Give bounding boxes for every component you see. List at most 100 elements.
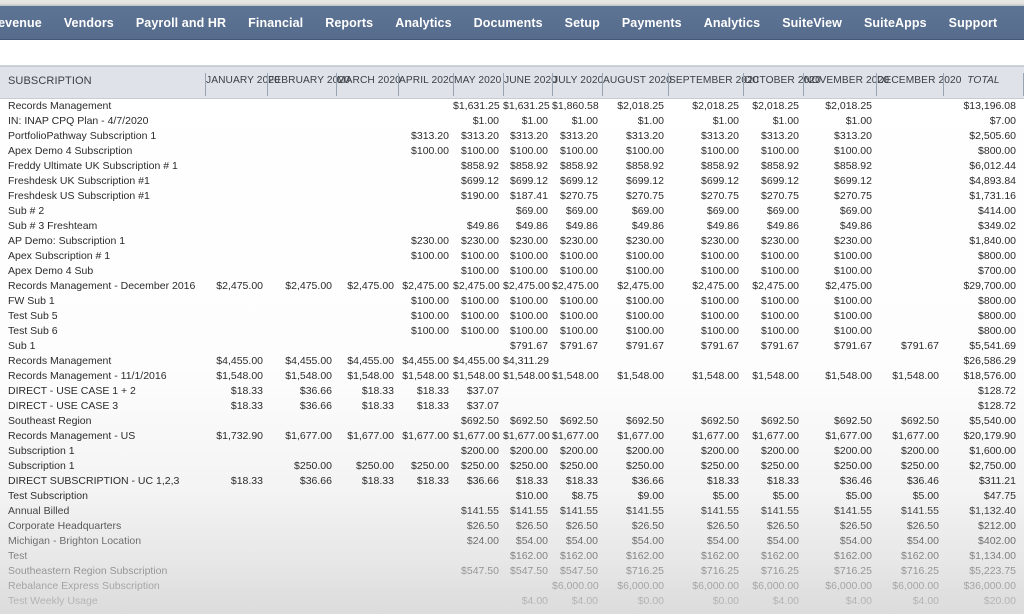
table-row[interactable]: Subscription 1 $250.00 $250.00 $250.00 $250.…	[0, 459, 1024, 474]
table-row[interactable]: Apex Subscription # 1 $100.00 $100.00 $100.…	[0, 249, 1024, 264]
column-header-may-2020[interactable]: MAY 2020	[453, 66, 503, 99]
row-label[interactable]: DIRECT - USE CASE 1 + 2	[0, 384, 205, 399]
nav-item-revenue[interactable]: Revenue	[0, 6, 53, 39]
row-label[interactable]: Apex Demo 4 Subscription	[0, 144, 205, 159]
table-row[interactable]: PortfolioPathway Subscription 1 $313.20 $3…	[0, 129, 1024, 144]
row-label[interactable]: Southeastern Region Subscription	[0, 564, 205, 579]
table-row[interactable]: Sub # 3 Freshteam $49.86 $49.86 $49.86 $49.8…	[0, 219, 1024, 234]
column-header-january-2020[interactable]: JANUARY 2020	[205, 66, 280, 99]
row-label[interactable]: Test Sub 5	[0, 309, 205, 324]
nav-item-setup[interactable]: Setup	[554, 6, 611, 39]
column-header-june-2020[interactable]: JUNE 2020	[503, 66, 557, 99]
row-label[interactable]: Sub # 3 Freshteam	[0, 219, 205, 234]
column-header-total[interactable]: TOTAL	[943, 66, 1024, 99]
report-scroll-area[interactable]: SUBSCRIPTION JANUARY 2020 FEBRUARY 2020 MAR…	[0, 66, 1024, 614]
table-row[interactable]: Records Management - 11/1/2016 $1,548.00 $…	[0, 369, 1024, 384]
nav-item-analytics[interactable]: Analytics	[693, 6, 771, 39]
row-label[interactable]: Records Management	[0, 99, 205, 115]
table-row[interactable]: Test $162.00 $162.00 $162.00 $162.00 $162.00 $…	[0, 549, 1024, 564]
table-row[interactable]: Records Management - December 2016 $2,475…	[0, 279, 1024, 294]
table-row[interactable]: Test Weekly Usage $4.00 $4.00 $0.00 $0.00 $4.…	[0, 594, 1024, 609]
table-row[interactable]: Subscription 1 $200.00 $200.00 $200.00 $200.…	[0, 444, 1024, 459]
table-row[interactable]: DIRECT SUBSCRIPTION - UC 1,2,3 $18.33 $36.…	[0, 474, 1024, 489]
table-row[interactable]: Test Subscription $10.00 $8.75 $9.00 $5.00 $5…	[0, 489, 1024, 504]
table-row[interactable]: DIRECT - USE CASE 1 + 2 $18.33 $36.66 $18.3…	[0, 384, 1024, 399]
row-label[interactable]: PortfolioPathway Subscription 1	[0, 129, 205, 144]
row-amount-cell	[205, 174, 267, 189]
table-row[interactable]: Sub # 2 $69.00 $69.00 $69.00 $69.00 $69.00 $69…	[0, 204, 1024, 219]
row-label[interactable]: Sub 1	[0, 339, 205, 354]
row-label[interactable]: Freshdesk UK Subscription #1	[0, 174, 205, 189]
row-label[interactable]: Records Management - December 2016	[0, 279, 205, 294]
row-label[interactable]: Apex Demo 4 Sub	[0, 264, 205, 279]
column-header-july-2020[interactable]: JULY 2020	[552, 66, 603, 99]
table-row[interactable]: AP Demo: Subscription 1 $230.00 $230.00 $23…	[0, 234, 1024, 249]
table-row[interactable]: Freshdesk US Subscription #1 $190.00 $187.…	[0, 189, 1024, 204]
table-row[interactable]: Test Sub 6 $100.00 $100.00 $100.00 $100.00 $1…	[0, 324, 1024, 339]
table-row[interactable]: Southeastern Region Subscription $547.50 $…	[0, 564, 1024, 579]
table-row[interactable]: Southeast Region $692.50 $692.50 $692.50 $69…	[0, 414, 1024, 429]
column-header-february-2020[interactable]: FEBRUARY 2020	[267, 66, 350, 99]
row-label[interactable]: Sub # 2	[0, 204, 205, 219]
nav-item-payroll-and-hr[interactable]: Payroll and HR	[125, 6, 237, 39]
nav-item-vendors[interactable]: Vendors	[53, 6, 125, 39]
row-label[interactable]: Subscription 1	[0, 459, 205, 474]
row-label[interactable]: Test	[0, 549, 205, 564]
row-label[interactable]: FW Sub 1	[0, 294, 205, 309]
table-row[interactable]: Michigan - Brighton Location $24.00 $54.00…	[0, 534, 1024, 549]
nav-item-analytics[interactable]: Analytics	[384, 6, 462, 39]
table-row[interactable]: Corporate Headquarters $26.50 $26.50 $26.50…	[0, 519, 1024, 534]
nav-item-reports[interactable]: Reports	[314, 6, 384, 39]
row-label[interactable]: AP Demo: Subscription 1	[0, 234, 205, 249]
row-amount-cell	[503, 399, 552, 414]
row-label[interactable]: Southeast Region	[0, 414, 205, 429]
row-amount-cell: $250.00	[461, 460, 499, 472]
column-header-march-2020[interactable]: MARCH 2020	[336, 66, 401, 99]
row-label[interactable]: Records Management - 11/1/2016	[0, 369, 205, 384]
table-row[interactable]: Annual Billed $141.55 $141.55 $141.55 $141.5…	[0, 504, 1024, 519]
row-label[interactable]: Freddy Ultimate UK Subscription # 1	[0, 159, 205, 174]
table-row[interactable]: Freddy Ultimate UK Subscription # 1 $858.…	[0, 159, 1024, 174]
table-row[interactable]: Records Management - US $1,732.90 $1,677.0…	[0, 429, 1024, 444]
table-row[interactable]: Rebalance Express Subscription $6,000.00 $…	[0, 579, 1024, 594]
row-label[interactable]: Test Sub 6	[0, 324, 205, 339]
column-header-november-2020[interactable]: NOVEMBER 2020	[803, 66, 889, 99]
row-amount-cell: $699.12	[834, 175, 872, 187]
nav-item-documents[interactable]: Documents	[463, 6, 554, 39]
row-label[interactable]: Annual Billed	[0, 504, 205, 519]
table-row[interactable]: Sub 1 $791.67 $791.67 $791.67 $791.67 $791.67…	[0, 339, 1024, 354]
column-header-december-2020[interactable]: DECEMBER 2020	[876, 66, 961, 99]
row-label[interactable]: Michigan - Brighton Location	[0, 534, 205, 549]
column-header-april-2020[interactable]: APRIL 2020	[398, 66, 454, 99]
row-label[interactable]: Rebalance Express Subscription	[0, 579, 205, 594]
table-row[interactable]: IN: INAP CPQ Plan - 4/7/2020 $1.00 $1.00 $1…	[0, 114, 1024, 129]
row-label[interactable]: Subscription 1	[0, 444, 205, 459]
table-row[interactable]: Apex Demo 4 Sub $100.00 $100.00 $100.00 $100…	[0, 264, 1024, 279]
table-row[interactable]: Records Management $1,631.25 $1,631.25 $1,8…	[0, 99, 1024, 115]
table-row[interactable]: DIRECT - USE CASE 3 $18.33 $36.66 $18.33 $18…	[0, 399, 1024, 414]
table-row[interactable]: Freshdesk UK Subscription #1 $699.12 $699.…	[0, 174, 1024, 189]
column-header-october-2020[interactable]: OCTOBER 2020	[743, 66, 821, 99]
row-label[interactable]: Apex Subscription # 1	[0, 249, 205, 264]
column-header-august-2020[interactable]: AUGUST 2020	[602, 66, 672, 99]
nav-item-support[interactable]: Support	[938, 6, 1009, 39]
row-label[interactable]: Corporate Headquarters	[0, 519, 205, 534]
row-label[interactable]: DIRECT SUBSCRIPTION - UC 1,2,3	[0, 474, 205, 489]
row-label[interactable]: Records Management - US	[0, 429, 205, 444]
row-label[interactable]: Freshdesk US Subscription #1	[0, 189, 205, 204]
column-header-september-2020[interactable]: SEPTEMBER 2020	[668, 66, 759, 99]
table-row[interactable]: Apex Demo 4 Subscription $100.00 $100.00 $1…	[0, 144, 1024, 159]
row-label[interactable]: Test Subscription	[0, 489, 205, 504]
nav-item-payments[interactable]: Payments	[611, 6, 693, 39]
row-label[interactable]: IN: INAP CPQ Plan - 4/7/2020	[0, 114, 205, 129]
column-header-subscription[interactable]: SUBSCRIPTION	[0, 66, 205, 99]
row-label[interactable]: Test Weekly Usage	[0, 594, 205, 609]
row-label[interactable]: Records Management	[0, 354, 205, 369]
nav-item-suiteapps[interactable]: SuiteApps	[853, 6, 938, 39]
nav-item-financial[interactable]: Financial	[237, 6, 314, 39]
nav-item-suiteview[interactable]: SuiteView	[771, 6, 853, 39]
row-label[interactable]: DIRECT - USE CASE 3	[0, 399, 205, 414]
table-row[interactable]: FW Sub 1 $100.00 $100.00 $100.00 $100.00 $100…	[0, 294, 1024, 309]
table-row[interactable]: Test Sub 5 $100.00 $100.00 $100.00 $100.00 $1…	[0, 309, 1024, 324]
table-row[interactable]: Records Management $4,455.00 $4,455.00 $4,4…	[0, 354, 1024, 369]
